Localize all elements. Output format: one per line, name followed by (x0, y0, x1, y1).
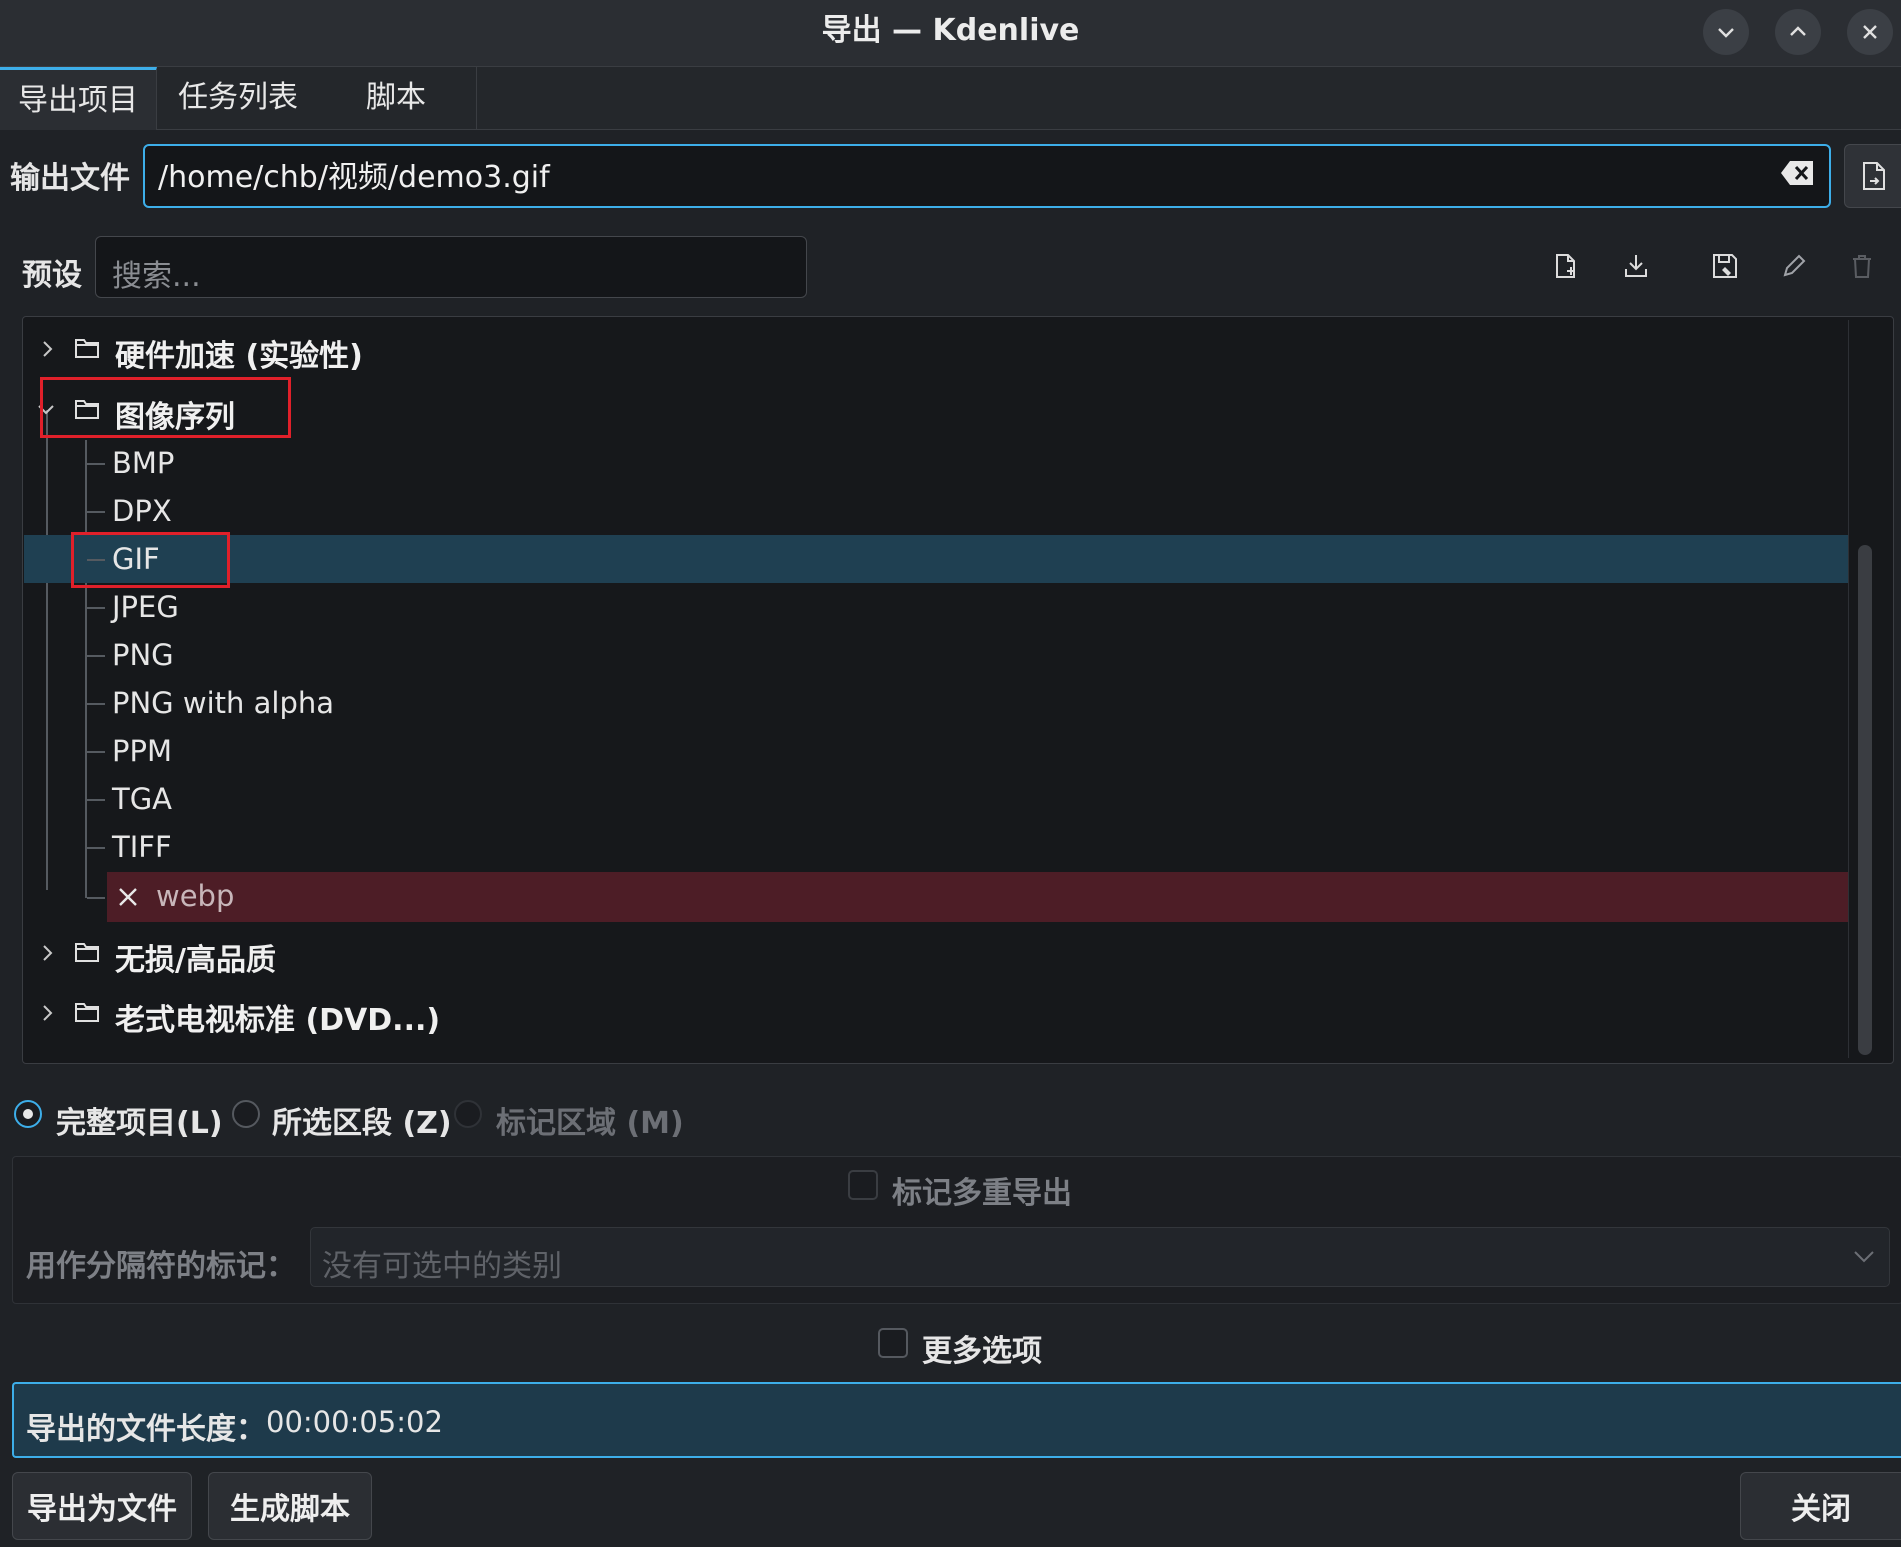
tree-group-label: 老式电视标准 (DVD...) (115, 1003, 441, 1038)
delete-icon (1853, 255, 1871, 278)
tree-branch (87, 897, 105, 899)
folder-icon (75, 339, 99, 358)
separator-marker-value: 没有可选中的类别 (322, 1249, 562, 1284)
chevron-right-icon[interactable] (38, 943, 58, 963)
chevron-up-icon (1790, 26, 1806, 36)
window-title: 导出 — Kdenlive (821, 13, 1080, 48)
download-preset-button[interactable] (1618, 248, 1654, 284)
highlight-box (71, 532, 230, 588)
delete-preset-button[interactable] (1844, 248, 1880, 284)
close-icon (1863, 25, 1877, 39)
tree-group-lossless[interactable] (24, 930, 1848, 978)
tree-group-label: 无损/高品质 (115, 943, 276, 978)
chevron-down-icon (1718, 28, 1734, 38)
close-button[interactable]: 关闭 (1740, 1472, 1901, 1540)
tab-export-project[interactable]: 导出项目 (0, 67, 157, 130)
maximize-button[interactable] (1775, 9, 1821, 55)
tab-job-queue[interactable]: 任务列表 (160, 67, 316, 129)
tree-line (85, 440, 87, 898)
tree-group-image-sequence[interactable] (24, 386, 1848, 434)
new-preset-button[interactable] (1548, 248, 1584, 284)
highlight-box (40, 377, 291, 438)
new-preset-icon (1556, 254, 1575, 278)
tree-branch (87, 799, 105, 801)
multi-export-label[interactable]: 标记多重导出 (892, 1168, 1072, 1212)
tree-branch (87, 511, 105, 513)
edit-preset-button[interactable] (1776, 248, 1812, 284)
scrollbar-thumb[interactable] (1858, 545, 1872, 1055)
output-file-value: /home/chb/视频/demo3.gif (158, 160, 550, 195)
radio-marked-area-label[interactable]: 标记区域 (M) (496, 1098, 684, 1142)
output-file-label: 输出文件 (10, 161, 130, 196)
open-file-dialog-button[interactable] (1844, 144, 1901, 208)
folder-icon (75, 1003, 99, 1022)
tree-branch (87, 607, 105, 609)
tree-item[interactable]: TGA (112, 782, 172, 816)
tree-item[interactable]: PNG (112, 638, 174, 672)
error-x-icon (119, 888, 137, 906)
radio-full-project-label[interactable]: 完整项目(L) (56, 1098, 223, 1142)
tree-branch (87, 655, 105, 657)
separator-marker-label: 用作分隔符的标记： (26, 1249, 296, 1284)
close-window-button[interactable] (1847, 9, 1893, 55)
tree-branch (87, 703, 105, 705)
tree-item[interactable]: PPM (112, 734, 172, 768)
tree-line (46, 410, 48, 890)
preset-search-input[interactable] (95, 236, 807, 298)
export-duration-value: 00:00:05:02 (266, 1405, 443, 1439)
export-to-file-button[interactable]: 导出为文件 (12, 1472, 192, 1540)
save-preset-button[interactable] (1707, 248, 1743, 284)
tree-item[interactable]: DPX (112, 494, 172, 528)
save-preset-icon (1713, 254, 1737, 278)
preset-label: 预设 (22, 258, 82, 293)
chevron-right-icon[interactable] (38, 339, 58, 359)
tree-item[interactable]: BMP (112, 446, 174, 480)
radio-selected-zone[interactable] (232, 1100, 260, 1128)
tree-item[interactable]: TIFF (112, 830, 172, 864)
tree-branch (87, 847, 105, 849)
download-icon (1625, 255, 1647, 277)
more-options-label[interactable]: 更多选项 (922, 1326, 1042, 1370)
minimize-button[interactable] (1703, 9, 1749, 55)
tree-branch (87, 751, 105, 753)
chevron-right-icon[interactable] (38, 1003, 58, 1023)
preset-search-placeholder: 搜索... (112, 259, 201, 294)
tree-item[interactable]: JPEG (112, 590, 179, 624)
tree-item-error[interactable]: webp (156, 879, 234, 913)
selected-row-highlight (24, 535, 1848, 583)
document-open-icon (1862, 162, 1885, 190)
edit-icon (1783, 254, 1806, 277)
tree-group-label: 硬件加速 (实验性) (115, 339, 363, 374)
tree-branch (87, 463, 105, 465)
tree-item[interactable]: PNG with alpha (112, 686, 334, 720)
chevron-down-icon (1854, 1251, 1874, 1263)
folder-icon (75, 943, 99, 962)
multi-export-checkbox[interactable] (848, 1170, 878, 1200)
tab-scripts[interactable]: 脚本 (316, 67, 477, 129)
more-options-checkbox[interactable] (878, 1328, 908, 1358)
radio-full-project[interactable] (14, 1100, 42, 1128)
radio-selected-zone-label[interactable]: 所选区段 (Z) (272, 1098, 452, 1142)
clear-text-icon[interactable] (1780, 158, 1816, 188)
radio-marked-area[interactable] (454, 1100, 482, 1128)
generate-script-button[interactable]: 生成脚本 (208, 1472, 372, 1540)
error-row-highlight (107, 872, 1848, 922)
export-duration-label: 导出的文件长度： (26, 1412, 266, 1447)
